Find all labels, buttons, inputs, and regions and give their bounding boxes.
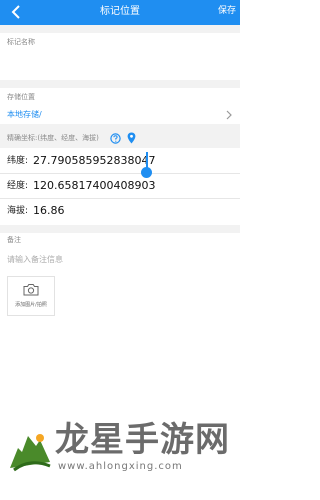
app-header: 标记位置 保存 — [0, 0, 240, 25]
storage-selector[interactable]: 本地存储/ — [0, 107, 240, 123]
camera-icon — [23, 284, 39, 296]
remark-input[interactable]: 请输入备注信息 — [7, 255, 63, 265]
latitude-value[interactable]: 27.790585952838047 — [33, 154, 155, 167]
watermark: 龙星手游网 www.ahlongxing.com — [0, 418, 240, 500]
section-spacer — [0, 25, 240, 33]
latitude-label: 纬度: — [7, 156, 29, 166]
altitude-value[interactable]: 16.86 — [33, 204, 65, 217]
name-input[interactable] — [7, 52, 233, 76]
altitude-label: 海拔: — [7, 206, 29, 216]
section-spacer — [0, 225, 240, 233]
name-field-label: 标记名称 — [7, 38, 35, 46]
save-button[interactable]: 保存 — [218, 5, 236, 17]
watermark-url: www.ahlongxing.com — [58, 461, 183, 472]
watermark-text: 龙星手游网 — [55, 420, 230, 460]
page-title: 标记位置 — [100, 6, 140, 17]
coordinates-label: 精确坐标:(纬度、经度、海拔) — [7, 134, 99, 142]
latitude-row: 纬度: 27.790585952838047 — [0, 149, 240, 173]
add-photo-button[interactable]: 添加图片/拍照 — [7, 276, 55, 316]
storage-value: 本地存储/ — [7, 110, 42, 119]
section-spacer — [0, 80, 240, 88]
remark-label: 备注 — [7, 236, 21, 244]
add-photo-label: 添加图片/拍照 — [15, 302, 47, 308]
spacer-fix — [0, 171, 240, 195]
help-icon[interactable] — [110, 133, 121, 144]
watermark-logo — [10, 434, 51, 472]
storage-label: 存储位置 — [7, 93, 35, 101]
chevron-right-icon — [226, 110, 232, 120]
location-pin-icon[interactable] — [127, 132, 136, 144]
altitude-row: 海拔: 16.86 — [0, 199, 240, 223]
